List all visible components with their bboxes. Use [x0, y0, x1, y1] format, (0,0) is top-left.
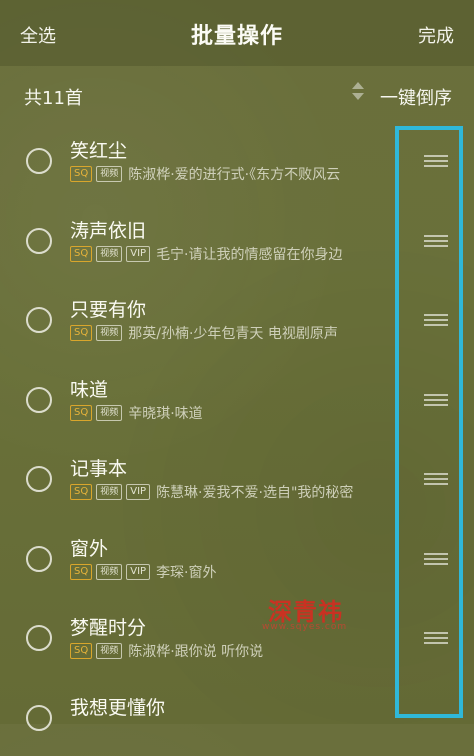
- song-title: 味道: [70, 375, 108, 402]
- watermark-url: www.sqyes.com: [262, 622, 347, 632]
- song-meta: SQ视频VIP 陈慧琳·爱我不爱·选自"我的秘密: [70, 483, 390, 501]
- song-meta: SQ视频陈淑桦·爱的进行式·《东方不败风云: [70, 165, 390, 183]
- song-subtitle: 那英/孙楠·少年包青天 电视剧原声: [128, 324, 338, 342]
- song-subtitle: 辛晓琪·味道: [128, 404, 202, 422]
- song-title: 只要有你: [70, 295, 146, 322]
- song-title: 笑红尘: [70, 136, 127, 163]
- song-subtitle: 李琛·窗外: [156, 563, 216, 581]
- select-checkbox[interactable]: [26, 466, 52, 492]
- sort-icon: [352, 82, 364, 104]
- sq-badge: SQ: [70, 246, 92, 262]
- video-badge: 视频: [96, 246, 122, 262]
- song-subtitle: 陈慧琳·爱我不爱·选自"我的秘密: [156, 483, 353, 501]
- song-meta: SQ视频VIP 毛宁·请让我的情感留在你身边: [70, 245, 390, 263]
- select-checkbox[interactable]: [26, 307, 52, 333]
- sq-badge: SQ: [70, 405, 92, 421]
- video-badge: 视频: [96, 643, 122, 659]
- video-badge: 视频: [96, 166, 122, 182]
- vip-badge: VIP: [126, 246, 150, 262]
- select-checkbox[interactable]: [26, 228, 52, 254]
- select-checkbox[interactable]: [26, 546, 52, 572]
- select-checkbox[interactable]: [26, 705, 52, 731]
- video-badge: 视频: [96, 484, 122, 500]
- song-count: 共11首: [24, 84, 83, 110]
- sq-badge: SQ: [70, 484, 92, 500]
- page-title: 批量操作: [0, 18, 474, 50]
- sq-badge: SQ: [70, 643, 92, 659]
- song-meta: SQ视频VIP 李琛·窗外: [70, 563, 390, 581]
- song-subtitle: 陈淑桦·爱的进行式·《东方不败风云: [128, 165, 340, 183]
- song-title: 涛声依旧: [70, 216, 146, 243]
- song-meta: [70, 722, 390, 740]
- song-subtitle: 毛宁·请让我的情感留在你身边: [156, 245, 342, 263]
- sq-badge: SQ: [70, 564, 92, 580]
- select-checkbox[interactable]: [26, 387, 52, 413]
- sq-badge: SQ: [70, 325, 92, 341]
- sq-badge: SQ: [70, 166, 92, 182]
- done-button[interactable]: 完成: [418, 22, 454, 48]
- video-badge: 视频: [96, 405, 122, 421]
- song-title: 窗外: [70, 534, 108, 561]
- song-title: 记事本: [70, 454, 127, 481]
- top-bar: 全选 批量操作 完成: [0, 0, 474, 66]
- select-checkbox[interactable]: [26, 148, 52, 174]
- song-meta: SQ视频那英/孙楠·少年包青天 电视剧原声: [70, 324, 390, 342]
- drag-handles-highlight: [395, 126, 463, 718]
- song-meta: SQ视频辛晓琪·味道: [70, 404, 390, 422]
- list-toolbar: 共11首 一键倒序: [0, 66, 474, 120]
- song-subtitle: 陈淑桦·跟你说 听你说: [128, 642, 263, 660]
- song-title: 梦醒时分: [70, 613, 146, 640]
- select-checkbox[interactable]: [26, 625, 52, 651]
- song-title: 我想更懂你: [70, 693, 165, 720]
- video-badge: 视频: [96, 564, 122, 580]
- song-meta: SQ视频陈淑桦·跟你说 听你说: [70, 642, 390, 660]
- reverse-order-button[interactable]: 一键倒序: [380, 84, 452, 110]
- vip-badge: VIP: [126, 484, 150, 500]
- video-badge: 视频: [96, 325, 122, 341]
- vip-badge: VIP: [126, 564, 150, 580]
